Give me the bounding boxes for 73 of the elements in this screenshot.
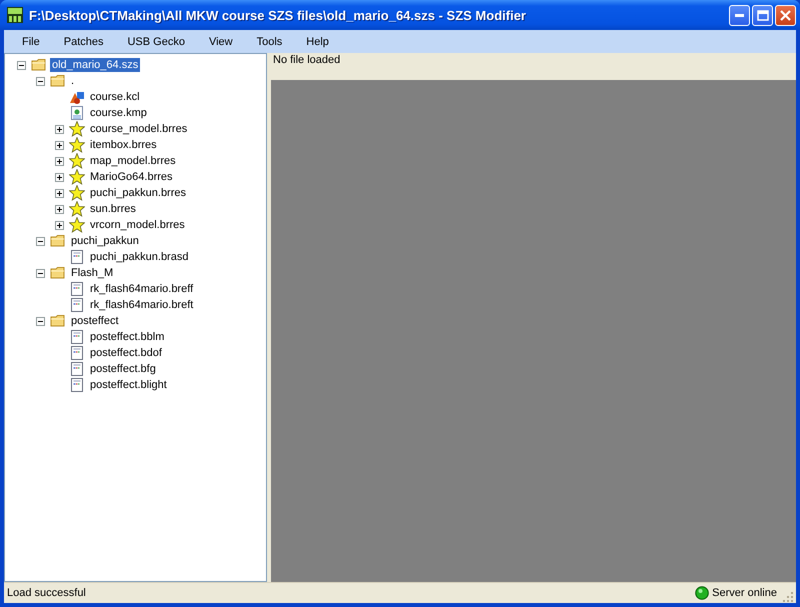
minimize-button[interactable] <box>729 4 750 26</box>
expand-icon[interactable] <box>55 220 64 230</box>
tree-item[interactable]: course.kcl <box>88 90 142 104</box>
star-icon <box>69 201 85 217</box>
maximize-button[interactable] <box>752 4 773 26</box>
star-icon <box>69 217 85 233</box>
app-icon <box>7 7 23 23</box>
tree-item[interactable]: MarioGo64.brres <box>88 170 175 184</box>
tree-item[interactable]: rk_flash64mario.breff <box>88 282 196 296</box>
expand-icon[interactable] <box>55 140 64 150</box>
tree-item[interactable]: old_mario_64.szs <box>50 58 140 72</box>
info-label: No file loaded <box>272 53 342 68</box>
tree-item[interactable]: posteffect.bblm <box>88 330 166 344</box>
status-text: Load successful <box>7 587 87 599</box>
tree-item[interactable]: posteffect.bdof <box>88 346 164 360</box>
resize-grip-icon <box>783 592 793 602</box>
server-status: Server online <box>712 587 777 599</box>
window-title: F:\Desktop\CTMaking\All MKW course SZS files\old_mario_64.szs - SZS Modifier <box>29 8 527 22</box>
folder-icon <box>50 313 66 329</box>
tree-item[interactable]: posteffect.blight <box>88 378 169 392</box>
document-icon <box>69 329 85 345</box>
menu-item[interactable]: USB Gecko <box>115 36 197 48</box>
tree-item[interactable]: Flash_M <box>69 266 116 280</box>
folder-icon <box>50 265 66 281</box>
star-icon <box>69 137 85 153</box>
close-button[interactable] <box>775 4 796 26</box>
folder-icon <box>50 233 66 249</box>
shapes-icon <box>69 89 85 105</box>
document-icon <box>69 281 85 297</box>
tree-item[interactable]: map_model.brres <box>88 154 178 168</box>
folder-icon <box>50 73 66 89</box>
tree-item[interactable]: sun.brres <box>88 202 138 216</box>
document-icon <box>69 297 85 313</box>
expand-icon[interactable] <box>55 124 64 134</box>
document-icon <box>69 345 85 361</box>
folder-icon <box>31 57 47 73</box>
tree-item[interactable]: course_model.brres <box>88 122 190 136</box>
tree-item[interactable]: vrcorn_model.brres <box>88 218 187 232</box>
collapse-icon[interactable] <box>36 236 45 246</box>
document-icon <box>69 105 85 121</box>
tree-item[interactable]: course.kmp <box>88 106 149 120</box>
tree-item[interactable]: posteffect.bfg <box>88 362 158 376</box>
minimize-icon <box>735 14 744 16</box>
tree-item[interactable]: puchi_pakkun.brasd <box>88 250 190 264</box>
tree-item[interactable]: posteffect <box>69 314 120 328</box>
tree-item[interactable]: puchi_pakkun <box>69 234 141 248</box>
star-icon <box>69 169 85 185</box>
tree-item[interactable]: itembox.brres <box>88 138 159 152</box>
tree-item[interactable]: rk_flash64mario.breft <box>88 298 196 312</box>
expand-icon[interactable] <box>55 172 64 182</box>
expand-icon[interactable] <box>55 204 64 214</box>
collapse-icon[interactable] <box>36 76 45 86</box>
collapse-icon[interactable] <box>36 268 45 278</box>
menu-item[interactable]: Help <box>294 36 341 48</box>
menu-item[interactable]: File <box>10 36 52 48</box>
expand-icon[interactable] <box>55 188 64 198</box>
collapse-icon[interactable] <box>36 316 45 326</box>
star-icon <box>69 185 85 201</box>
menu-item[interactable]: Patches <box>52 36 116 48</box>
close-icon <box>780 10 791 20</box>
collapse-icon[interactable] <box>17 60 26 70</box>
star-icon <box>69 121 85 137</box>
document-icon <box>69 377 85 393</box>
tree-item[interactable]: . <box>69 74 76 88</box>
star-icon <box>69 153 85 169</box>
document-icon <box>69 249 85 265</box>
maximize-icon <box>756 10 768 20</box>
menu-item[interactable]: Tools <box>244 36 294 48</box>
menu-item[interactable]: View <box>196 36 245 48</box>
tree-item[interactable]: puchi_pakkun.brres <box>88 186 188 200</box>
status-light-icon <box>695 586 710 600</box>
document-icon <box>69 361 85 377</box>
expand-icon[interactable] <box>55 156 64 166</box>
